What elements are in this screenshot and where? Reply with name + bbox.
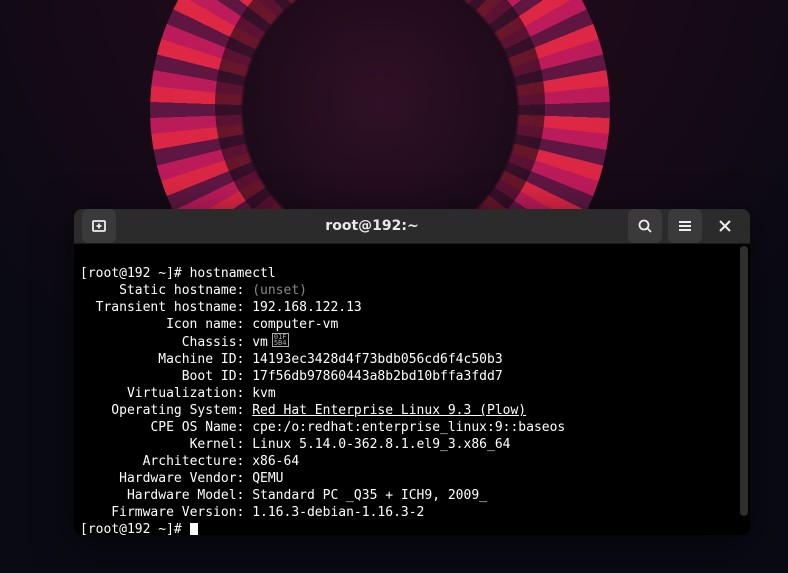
field-value: QEMU <box>252 471 283 486</box>
output-row: Chassis: vm 01F 5B4 <box>80 333 744 351</box>
field-value: Red Hat Enterprise Linux 9.3 (Plow) <box>252 403 526 418</box>
output-row: Architecture: x86-64 <box>80 453 744 470</box>
field-label: Hardware Model <box>80 487 237 504</box>
new-tab-button[interactable] <box>82 209 116 243</box>
field-separator: : <box>237 335 253 350</box>
field-separator: : <box>237 300 253 315</box>
hamburger-menu-button[interactable] <box>668 209 702 243</box>
scrollbar[interactable] <box>740 246 748 516</box>
command-text: hostnamectl <box>190 266 276 281</box>
prompt-prefix: [root@192 ~]# <box>80 266 190 281</box>
field-value: cpe:/o:redhat:enterprise_linux:9::baseos <box>252 420 565 435</box>
field-separator: : <box>237 505 253 520</box>
field-separator: : <box>237 317 253 332</box>
output-row: CPE OS Name: cpe:/o:redhat:enterprise_li… <box>80 419 744 436</box>
field-label: Boot ID <box>80 368 237 385</box>
field-value: 192.168.122.13 <box>252 300 362 315</box>
field-label: Transient hostname <box>80 299 237 316</box>
field-separator: : <box>237 386 253 401</box>
prompt-prefix-2: [root@192 ~]# <box>80 522 190 535</box>
field-separator: : <box>237 488 253 503</box>
field-separator: : <box>237 471 253 486</box>
field-value: Linux 5.14.0-362.8.1.el9_3.x86_64 <box>252 437 510 452</box>
field-label: CPE OS Name <box>80 419 237 436</box>
window-title: root@192:~ <box>122 218 622 234</box>
output-row: Boot ID: 17f56db97860443a8b2bd10bffa3fdd… <box>80 368 744 385</box>
field-separator: : <box>237 437 253 452</box>
output-row: Icon name: computer-vm <box>80 316 744 333</box>
field-value: computer-vm <box>252 317 338 332</box>
field-label: Virtualization <box>80 385 237 402</box>
output-row: Virtualization: kvm <box>80 385 744 402</box>
field-value: 14193ec3428d4f73bdb056cd6f4c50b3 <box>252 352 502 367</box>
field-label: Kernel <box>80 436 237 453</box>
field-label: Hardware Vendor <box>80 470 237 487</box>
field-separator: : <box>237 420 253 435</box>
output-row: Machine ID: 14193ec3428d4f73bdb056cd6f4c… <box>80 351 744 368</box>
field-value: (unset) <box>252 283 307 298</box>
terminal-window: root@192:~ [root@192 ~]# hostnamectlStat… <box>74 209 750 535</box>
field-separator: : <box>237 352 253 367</box>
field-separator: : <box>237 454 253 469</box>
field-value: x86-64 <box>252 454 299 469</box>
prompt-line: [root@192 ~]# hostnamectl <box>80 265 744 282</box>
field-value: vm <box>252 335 268 350</box>
field-value: 1.16.3-debian-1.16.3-2 <box>252 505 424 520</box>
field-label: Machine ID <box>80 351 237 368</box>
field-separator: : <box>237 369 253 384</box>
output-row: Static hostname: (unset) <box>80 282 744 299</box>
output-row: Firmware Version: 1.16.3-debian-1.16.3-2 <box>80 504 744 521</box>
close-button[interactable] <box>708 209 742 243</box>
field-label: Architecture <box>80 453 237 470</box>
field-value: Standard PC _Q35 + ICH9, 2009_ <box>252 488 487 503</box>
output-row: Kernel: Linux 5.14.0-362.8.1.el9_3.x86_6… <box>80 436 744 453</box>
field-label: Operating System <box>80 402 237 419</box>
output-row: Hardware Vendor: QEMU <box>80 470 744 487</box>
titlebar: root@192:~ <box>74 209 750 244</box>
field-separator: : <box>237 403 253 418</box>
field-label: Icon name <box>80 316 237 333</box>
output-row: Hardware Model: Standard PC _Q35 + ICH9,… <box>80 487 744 504</box>
field-label: Firmware Version <box>80 504 237 521</box>
field-value: 17f56db97860443a8b2bd10bffa3fdd7 <box>252 369 502 384</box>
prompt-line-2: [root@192 ~]# <box>80 521 744 535</box>
cursor <box>190 523 198 535</box>
field-label: Chassis <box>80 334 237 351</box>
search-button[interactable] <box>628 209 662 243</box>
field-value: kvm <box>252 386 275 401</box>
terminal-body[interactable]: [root@192 ~]# hostnamectlStatic hostname… <box>74 244 750 535</box>
field-label: Static hostname <box>80 282 237 299</box>
field-separator: : <box>237 283 253 298</box>
vm-glyph-icon: 01F 5B4 <box>272 333 289 347</box>
output-row: Operating System: Red Hat Enterprise Lin… <box>80 402 744 419</box>
output-row: Transient hostname: 192.168.122.13 <box>80 299 744 316</box>
